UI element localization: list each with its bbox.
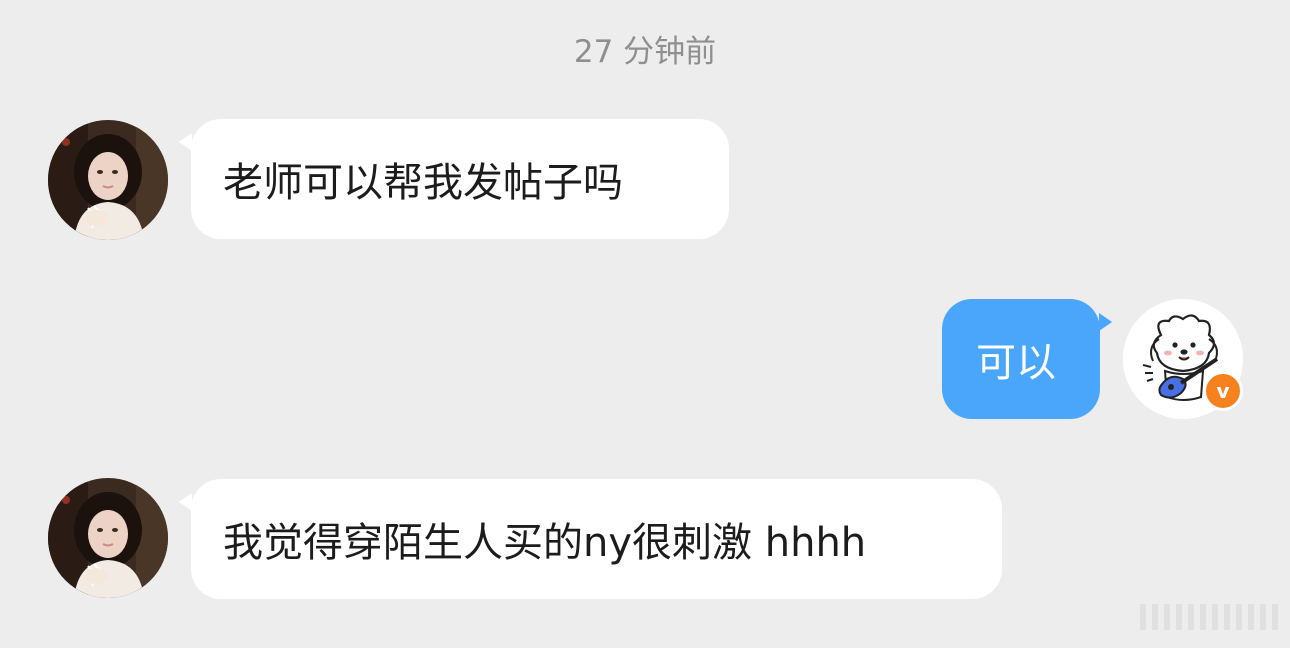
message-bubble-incoming[interactable]: 我觉得穿陌生人买的ny很刺激 hhhh [179, 479, 1002, 599]
message-text: 可以 [976, 340, 1056, 386]
message-text: 我觉得穿陌生人买的ny很刺激 hhhh [223, 520, 867, 566]
message-timestamp: 27 分钟前 [573, 34, 717, 70]
watermark-icon [1140, 604, 1278, 630]
message-text: 老师可以帮我发帖子吗 [223, 160, 623, 206]
message-bubble-incoming[interactable]: 老师可以帮我发帖子吗 [179, 119, 729, 239]
user-avatar-icon [48, 120, 168, 240]
message-bubble-outgoing[interactable]: 可以 [942, 299, 1112, 419]
sender-avatar[interactable] [48, 120, 168, 240]
verified-badge: v [1203, 371, 1243, 411]
user-avatar-icon [48, 478, 168, 598]
sender-avatar[interactable] [48, 478, 168, 598]
self-avatar[interactable]: v [1123, 299, 1243, 419]
